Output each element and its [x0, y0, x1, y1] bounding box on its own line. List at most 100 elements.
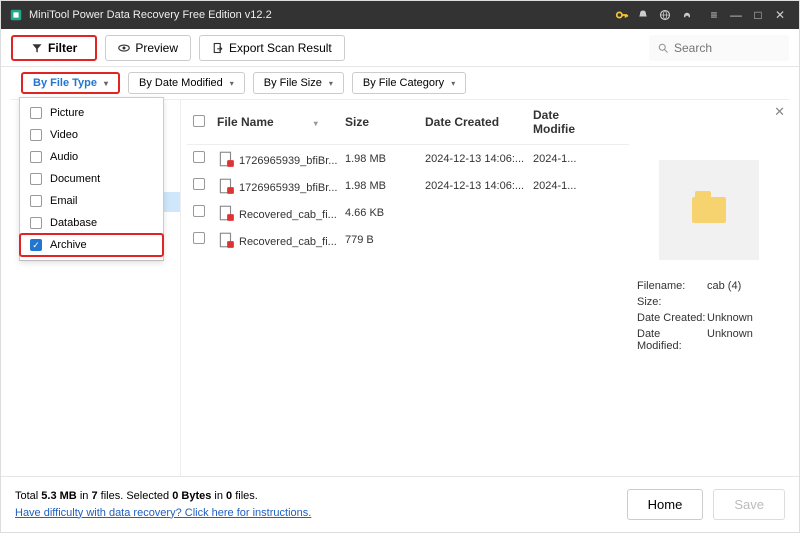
menu-icon[interactable]: ≡: [703, 8, 725, 22]
eye-icon: [118, 42, 130, 54]
filter-by-type-label: By File Type: [33, 77, 97, 89]
checkbox-icon: [30, 129, 42, 141]
cell-date-modified: 2024-1...: [533, 153, 601, 165]
detail-size-key: Size:: [637, 296, 707, 308]
type-option-document[interactable]: Document: [20, 168, 163, 190]
sort-chevron-icon: ▾: [314, 119, 318, 128]
table-row[interactable]: 1726965939_bfiBr...1.98 MB2024-12-13 14:…: [187, 172, 629, 199]
app-logo-icon: [9, 8, 23, 22]
type-option-email[interactable]: Email: [20, 190, 163, 212]
save-button[interactable]: Save: [713, 489, 785, 520]
filter-by-date-label: By Date Modified: [139, 77, 223, 89]
search-icon: [657, 42, 669, 54]
checkbox-icon: [30, 107, 42, 119]
window-title: MiniTool Power Data Recovery Free Editio…: [29, 9, 615, 21]
row-checkbox[interactable]: [193, 151, 217, 166]
file-type-dropdown[interactable]: Picture Video Audio Document Email Database ✓ A…: [19, 97, 164, 261]
checkbox-icon: ✓: [30, 239, 42, 251]
footer: Total 5.3 MB in 7 files. Selected 0 Byte…: [1, 476, 799, 532]
cell-date-created: 2024-12-13 14:06:...: [425, 180, 533, 192]
filter-by-type[interactable]: By File Type▾: [21, 72, 120, 94]
col-header-size[interactable]: Size: [345, 115, 425, 129]
type-option-label: Database: [50, 217, 97, 229]
filter-by-date[interactable]: By Date Modified ▾: [128, 72, 245, 94]
row-checkbox[interactable]: [193, 232, 217, 247]
cell-name: Recovered_cab_fi...: [217, 231, 345, 248]
file-type-icon: [217, 204, 235, 218]
folder-icon: [692, 197, 726, 223]
filter-by-size[interactable]: By File Size ▾: [253, 72, 344, 94]
checkbox-icon: [30, 151, 42, 163]
detail-filename-value: cab (4): [707, 280, 781, 292]
search-box[interactable]: [649, 35, 789, 61]
type-option-audio[interactable]: Audio: [20, 146, 163, 168]
type-option-label: Picture: [50, 107, 84, 119]
cell-size: 1.98 MB: [345, 180, 425, 192]
type-option-label: Audio: [50, 151, 78, 163]
col-header-name[interactable]: File Name▾: [217, 115, 345, 129]
type-option-video[interactable]: Video: [20, 124, 163, 146]
funnel-icon: [31, 42, 43, 54]
table-row[interactable]: Recovered_cab_fi...4.66 KB: [187, 199, 629, 226]
cell-size: 4.66 KB: [345, 207, 425, 219]
col-header-date-modified[interactable]: Date Modifie: [533, 108, 601, 136]
type-option-label: Email: [50, 195, 78, 207]
search-input[interactable]: [674, 41, 781, 55]
cell-date-modified: 2024-1...: [533, 180, 601, 192]
detail-dm-value: Unknown: [707, 328, 781, 352]
cell-size: 779 B: [345, 234, 425, 246]
cell-name: Recovered_cab_fi...: [217, 204, 345, 221]
filter-label: Filter: [48, 41, 77, 55]
filter-by-category[interactable]: By File Category ▾: [352, 72, 466, 94]
detail-close-icon[interactable]: ✕: [774, 104, 785, 120]
col-header-date-created[interactable]: Date Created: [425, 115, 533, 129]
table-row[interactable]: Recovered_cab_fi...779 B: [187, 226, 629, 253]
home-button[interactable]: Home: [627, 489, 704, 520]
cell-size: 1.98 MB: [345, 153, 425, 165]
file-list-header: File Name▾ Size Date Created Date Modifi…: [187, 100, 629, 145]
detail-dc-value: Unknown: [707, 312, 781, 324]
row-checkbox[interactable]: [193, 178, 217, 193]
row-checkbox[interactable]: [193, 205, 217, 220]
toolbar: Filter Preview Export Scan Result: [1, 29, 799, 67]
minimize-icon[interactable]: —: [725, 8, 747, 22]
preview-button[interactable]: Preview: [105, 35, 191, 61]
export-icon: [212, 42, 224, 54]
cell-date-created: 2024-12-13 14:06:...: [425, 153, 533, 165]
status-text: Total 5.3 MB in 7 files. Selected 0 Byte…: [15, 488, 617, 505]
detail-size-value: [707, 296, 781, 308]
close-icon[interactable]: ✕: [769, 8, 791, 22]
notification-bell-icon[interactable]: [637, 9, 659, 21]
filter-by-cat-label: By File Category: [363, 77, 444, 89]
filter-by-size-label: By File Size: [264, 77, 322, 89]
file-type-icon: [217, 231, 235, 245]
type-option-label: Document: [50, 173, 100, 185]
type-option-label: Archive: [50, 239, 87, 251]
preview-thumbnail: [659, 160, 759, 260]
export-button[interactable]: Export Scan Result: [199, 35, 345, 61]
chevron-down-icon: ▾: [329, 79, 333, 88]
type-option-picture[interactable]: Picture: [20, 102, 163, 124]
checkbox-icon: [30, 173, 42, 185]
chevron-down-icon: ▾: [230, 79, 234, 88]
detail-dc-key: Date Created:: [637, 312, 707, 324]
help-link[interactable]: Have difficulty with data recovery? Clic…: [15, 505, 617, 522]
header-checkbox[interactable]: [193, 115, 217, 130]
preview-label: Preview: [135, 41, 178, 55]
type-option-database[interactable]: Database: [20, 212, 163, 234]
export-label: Export Scan Result: [229, 41, 332, 55]
table-row[interactable]: 1726965939_bfiBr...1.98 MB2024-12-13 14:…: [187, 145, 629, 172]
titlebar: MiniTool Power Data Recovery Free Editio…: [1, 1, 799, 29]
support-headset-icon[interactable]: [681, 9, 703, 21]
file-list: File Name▾ Size Date Created Date Modifi…: [181, 100, 629, 476]
file-type-icon: [217, 177, 235, 191]
cell-name: 1726965939_bfiBr...: [217, 150, 345, 167]
chevron-down-icon: ▾: [451, 79, 455, 88]
detail-dm-key: Date Modified:: [637, 328, 707, 352]
upgrade-key-icon[interactable]: [615, 8, 637, 22]
type-option-archive[interactable]: ✓ Archive: [20, 234, 163, 256]
maximize-icon[interactable]: □: [747, 8, 769, 22]
filter-button[interactable]: Filter: [11, 35, 97, 61]
globe-icon[interactable]: [659, 9, 681, 21]
file-type-icon: [217, 150, 235, 164]
